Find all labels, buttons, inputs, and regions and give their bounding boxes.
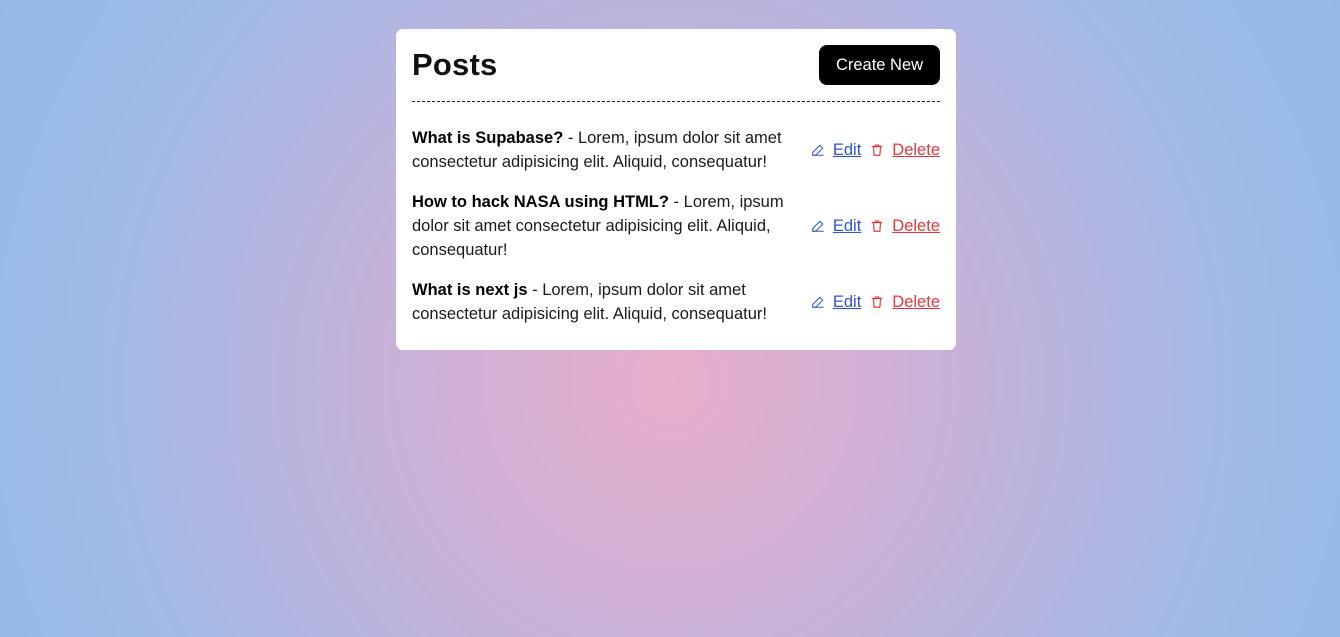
posts-list: What is Supabase? - Lorem, ipsum dolor s… — [412, 126, 940, 326]
post-separator: - — [527, 281, 543, 299]
post-title: How to hack NASA using HTML? — [412, 193, 669, 211]
post-actions: Edit Delete — [811, 293, 940, 312]
trash-icon — [870, 143, 884, 157]
pencil-icon — [811, 295, 825, 309]
pencil-icon — [811, 219, 825, 233]
trash-icon — [870, 295, 884, 309]
edit-label: Edit — [832, 216, 862, 235]
post-title: What is next js — [412, 281, 528, 299]
post-title: What is Supabase? — [412, 129, 564, 147]
delete-label: Delete — [892, 140, 940, 159]
list-item: What is Supabase? - Lorem, ipsum dolor s… — [412, 126, 940, 174]
create-new-button[interactable]: Create New — [819, 45, 940, 85]
post-text: What is Supabase? - Lorem, ipsum dolor s… — [412, 126, 794, 174]
post-separator: - — [563, 129, 578, 147]
posts-card: Posts Create New What is Supabase? - Lor… — [396, 29, 956, 350]
list-item: What is next js - Lorem, ipsum dolor sit… — [412, 278, 940, 326]
edit-label: Edit — [832, 140, 862, 159]
page-title: Posts — [412, 47, 498, 82]
post-actions: Edit Delete — [811, 217, 940, 236]
edit-link[interactable]: Edit — [811, 141, 861, 160]
delete-label: Delete — [892, 292, 940, 311]
posts-header: Posts Create New — [412, 45, 940, 102]
post-actions: Edit Delete — [811, 141, 940, 160]
post-text: How to hack NASA using HTML? - Lorem, ip… — [412, 190, 794, 262]
edit-link[interactable]: Edit — [811, 217, 861, 236]
post-separator: - — [668, 193, 684, 211]
delete-label: Delete — [892, 216, 940, 235]
delete-link[interactable]: Delete — [870, 217, 940, 236]
edit-link[interactable]: Edit — [811, 293, 861, 312]
post-text: What is next js - Lorem, ipsum dolor sit… — [412, 278, 794, 326]
delete-link[interactable]: Delete — [870, 141, 940, 160]
delete-link[interactable]: Delete — [870, 293, 940, 312]
edit-label: Edit — [832, 292, 862, 311]
pencil-icon — [811, 143, 825, 157]
trash-icon — [870, 219, 884, 233]
list-item: How to hack NASA using HTML? - Lorem, ip… — [412, 190, 940, 262]
